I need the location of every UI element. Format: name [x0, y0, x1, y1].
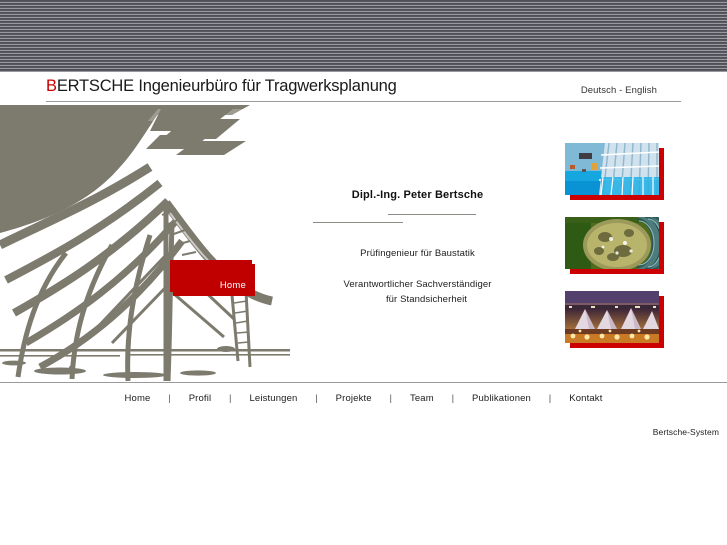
- thumbnail-pool-glass-roof[interactable]: [565, 143, 659, 195]
- footer-note: Bertsche-System: [652, 427, 719, 437]
- language-separator: -: [619, 85, 623, 96]
- top-striped-banner: [0, 0, 727, 72]
- language-link-german[interactable]: Deutsch: [581, 85, 617, 96]
- content-footer-divider: [0, 382, 727, 383]
- home-button[interactable]: Home: [170, 260, 252, 292]
- nav-link-profil[interactable]: Profil: [187, 393, 214, 404]
- nav-link-kontakt[interactable]: Kontakt: [567, 393, 604, 404]
- thumbnail-tent-roof-night[interactable]: [565, 291, 659, 343]
- role-primary: Prüfingenieur für Baustatik: [360, 248, 475, 259]
- decorative-divider: [300, 208, 535, 234]
- site-header: BERTSCHE Ingenieurbüro für Tragwerksplan…: [0, 72, 727, 105]
- nav-separator: |: [451, 393, 455, 404]
- main-stage: Home Dipl.-Ing. Peter Bertsche Prüfingen…: [0, 105, 727, 382]
- language-link-english[interactable]: English: [625, 85, 657, 96]
- title-remainder: ERTSCHE Ingenieurbüro für Tragwerksplanu…: [56, 77, 397, 95]
- thumbnail-dome-structure[interactable]: [565, 217, 659, 269]
- role-secondary-line-2: für Standsicherheit: [385, 294, 468, 305]
- nav-link-projekte[interactable]: Projekte: [334, 393, 374, 404]
- page-title: BERTSCHE Ingenieurbüro für Tragwerksplan…: [46, 77, 397, 96]
- intro-text-column: Dipl.-Ing. Peter Bertsche Prüfingenieur …: [300, 105, 535, 307]
- nav-link-leistungen[interactable]: Leistungen: [247, 393, 299, 404]
- nav-link-publikationen[interactable]: Publikationen: [470, 393, 533, 404]
- divider-line-upper: [388, 214, 476, 215]
- home-button-label: Home: [219, 280, 246, 291]
- role-secondary: Verantwortlicher Sachverständiger für St…: [300, 277, 535, 307]
- nav-separator: |: [168, 393, 171, 404]
- bottom-navigation: Home | Profil | Leistungen | Projekte | …: [0, 393, 727, 404]
- hero-artwork: [0, 105, 290, 382]
- nav-link-home[interactable]: Home: [123, 393, 153, 404]
- thumbnail-strip: [560, 105, 680, 343]
- nav-separator: |: [389, 393, 393, 404]
- nav-separator: |: [548, 393, 552, 404]
- nav-separator: |: [229, 393, 232, 404]
- language-switcher[interactable]: Deutsch - English: [581, 85, 657, 96]
- role-secondary-line-1: Verantwortlicher Sachverständiger: [343, 279, 492, 290]
- owner-name: Dipl.-Ing. Peter Bertsche: [351, 189, 484, 201]
- nav-separator: |: [315, 393, 318, 404]
- title-initial-letter: B: [46, 77, 57, 95]
- divider-line-lower: [313, 222, 403, 223]
- header-divider: [46, 101, 681, 102]
- nav-link-team[interactable]: Team: [408, 393, 436, 404]
